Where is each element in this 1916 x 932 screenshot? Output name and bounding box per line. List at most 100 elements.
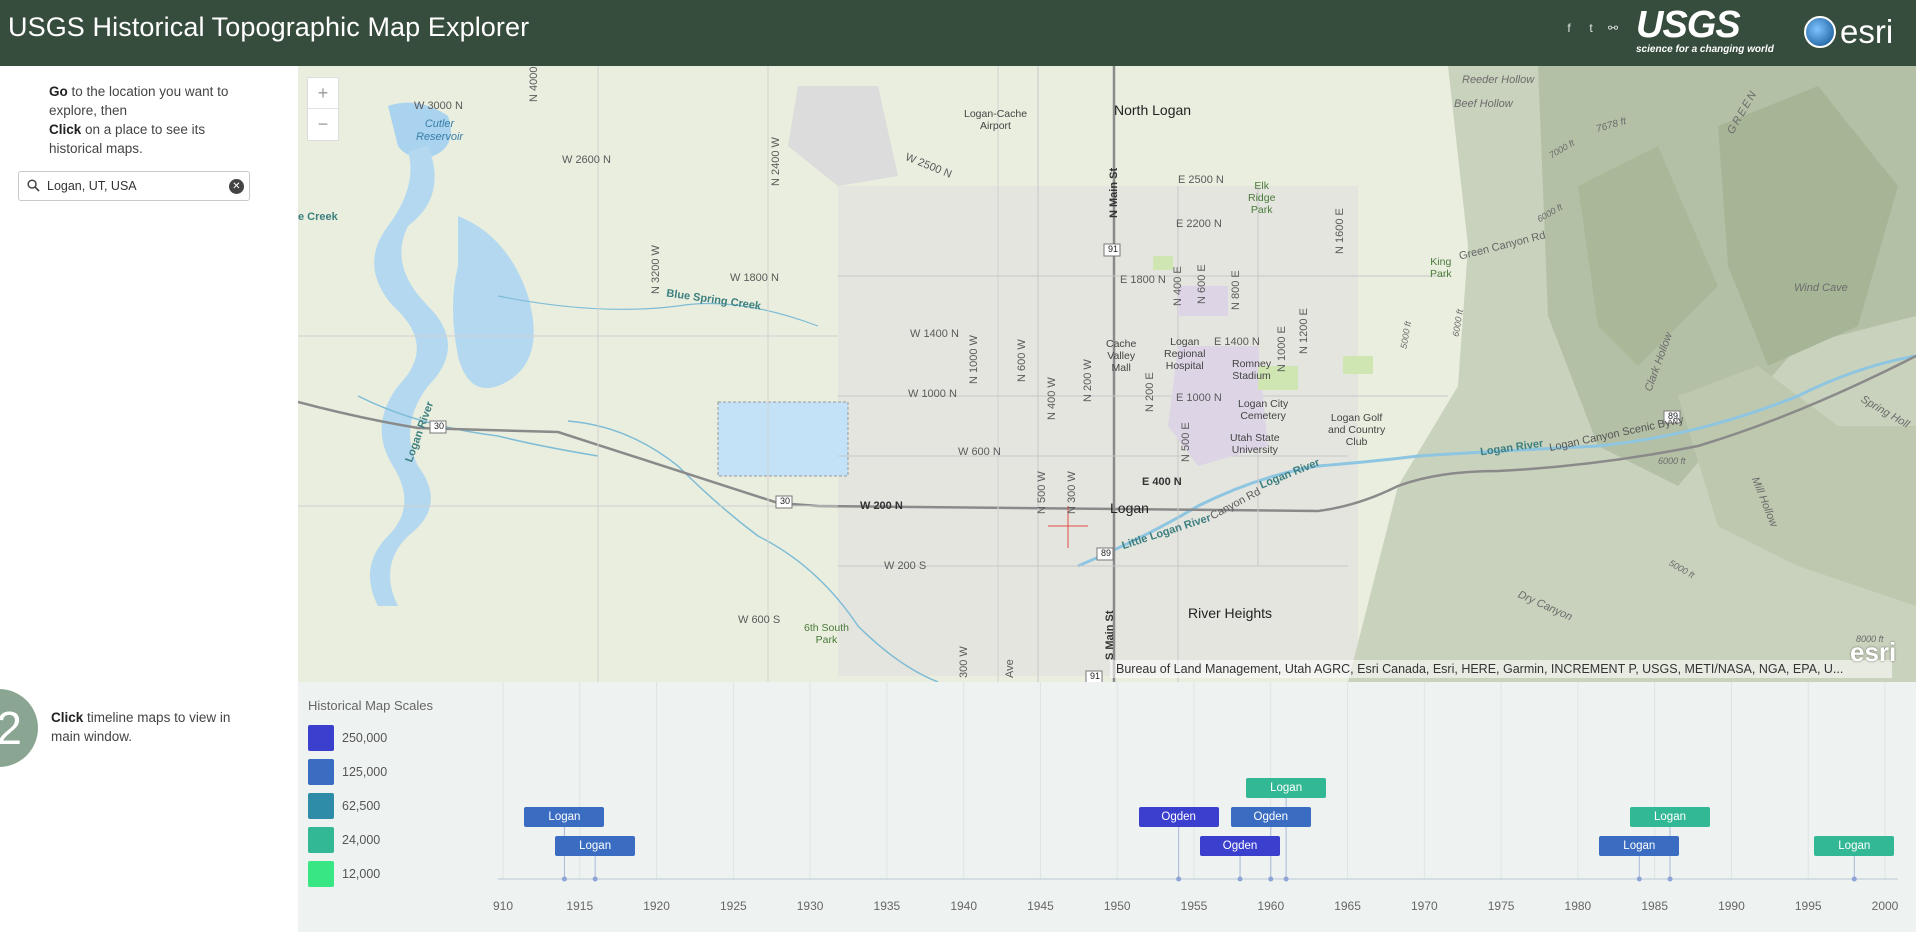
map-label-airport: Logan-Cache Airport <box>964 108 1028 132</box>
map-label-e400n: E 400 N <box>1142 476 1182 488</box>
route-30-shield-west: 30 <box>434 421 445 431</box>
map-label-w200s: W 200 S <box>884 560 927 572</box>
map-label-reeder-hollow: Reeder Hollow <box>1462 74 1535 86</box>
timeline-tick-label: 1940 <box>950 899 977 913</box>
map-label-river-heights: River Heights <box>1188 605 1273 621</box>
timeline-tick-label: 1950 <box>1104 899 1131 913</box>
map-label-e1400n: E 1400 N <box>1214 336 1260 348</box>
search-box[interactable]: ✕ <box>18 171 250 201</box>
timeline-tick-label: 1980 <box>1565 899 1592 913</box>
map-label-w200n: W 200 N <box>860 500 903 512</box>
timeline-panel: Historical Map Scales 250,000 125,000 62,5… <box>298 682 1916 932</box>
timeline-map-tag[interactable]: Logan <box>555 836 636 856</box>
timeline-tick-label: 1965 <box>1334 899 1361 913</box>
search-icon <box>27 179 40 192</box>
usgs-logo[interactable]: USGS science for a changing world <box>1636 4 1780 58</box>
map-label-w1400n: W 1400 N <box>910 328 959 340</box>
powered-by-esri-logo: esri <box>1850 637 1897 667</box>
timeline-map-dot <box>561 876 567 882</box>
timeline-tick-label: 1935 <box>874 899 901 913</box>
timeline-tick-label: 1920 <box>643 899 670 913</box>
facebook-icon[interactable]: f <box>1562 21 1576 35</box>
map-label-logan-golf-club: Logan Golf and Country Club <box>1328 412 1386 448</box>
map-label-romney-stadium: Romney Stadium <box>1232 358 1272 382</box>
route-89-shield: 89 <box>1101 548 1112 558</box>
timeline-tick-label: 1995 <box>1795 899 1822 913</box>
map-label-north-logan: North Logan <box>1114 102 1192 118</box>
zoom-in-button[interactable]: + <box>308 78 338 109</box>
map-label-w1800n: W 1800 N <box>730 272 779 284</box>
usgs-tagline: science for a changing world <box>1636 44 1774 55</box>
zoom-controls: + − <box>307 77 339 141</box>
map-label-n1200e: N 1200 E <box>1298 308 1310 354</box>
search-input[interactable] <box>47 176 223 196</box>
timeline-map-tag[interactable]: Logan <box>1599 836 1680 856</box>
map-label-e2500n: E 2500 N <box>1178 174 1224 186</box>
map-label-n600e: N 600 E <box>1196 264 1208 304</box>
map-label-n500e: N 500 E <box>1180 422 1192 462</box>
map-label-e1800n: E 1800 N <box>1120 274 1166 286</box>
map-label-king-park: King Park <box>1430 256 1452 280</box>
map-attribution[interactable]: Bureau of Land Management, Utah AGRC, Es… <box>1110 660 1892 678</box>
route-30-shield-east: 30 <box>780 496 791 506</box>
twitter-icon[interactable]: t <box>1584 21 1598 35</box>
map-label-n1000e: N 1000 E <box>1276 326 1288 372</box>
step1-text-a: to the location you want to explore, the… <box>49 84 229 118</box>
map-label-n600w: N 600 W <box>1016 339 1028 382</box>
step2-instructions: Click timeline maps to view in main wind… <box>51 708 251 746</box>
map-label-n500w: N 500 W <box>1036 471 1048 514</box>
app-header: USGS Historical Topographic Map Explorer… <box>0 0 1916 66</box>
map-view[interactable]: + − North Logan Logan River Heights Cutl… <box>298 66 1916 682</box>
timeline-map-tag[interactable]: Logan <box>524 807 605 827</box>
timeline-tick-label: 1955 <box>1181 899 1208 913</box>
step1-go: Go <box>49 84 68 99</box>
share-icons: f t ⚯ <box>1562 21 1620 35</box>
route-91-shield: 91 <box>1108 244 1119 254</box>
timeline-map-tag[interactable]: Ogden <box>1230 807 1311 827</box>
map-label-wind-cave: Wind Cave <box>1794 282 1848 294</box>
timeline-map-tag[interactable]: Logan <box>1814 836 1895 856</box>
timeline-tick-label: 1945 <box>1027 899 1054 913</box>
map-label-beef-hollow: Beef Hollow <box>1454 98 1513 110</box>
map-label-logan: Logan <box>1110 500 1149 516</box>
timeline-map-tag[interactable]: Ogden <box>1200 836 1281 856</box>
map-label-w600n: W 600 N <box>958 446 1001 458</box>
timeline-map-dot <box>1268 876 1274 882</box>
timeline-tick-label: 910 <box>493 899 513 913</box>
map-label-n-main-st: N Main St <box>1108 167 1120 218</box>
esri-logo-text: esri <box>1840 13 1894 50</box>
map-label-n200w: N 200 W <box>1082 359 1094 402</box>
esri-logo[interactable]: esri <box>1804 12 1904 52</box>
link-icon[interactable]: ⚯ <box>1606 21 1620 35</box>
zoom-out-button[interactable]: − <box>308 109 338 140</box>
timeline-tick-label: 1960 <box>1257 899 1284 913</box>
route-91-shield-south: 91 <box>1090 671 1101 681</box>
timeline-tick-label: 1975 <box>1488 899 1515 913</box>
map-label-n400e: N 400 E <box>1172 266 1184 306</box>
map-label-n300w: N 300 W <box>1066 471 1078 514</box>
map-label-elev-6000c: 6000 ft <box>1658 456 1686 466</box>
clear-search-icon[interactable]: ✕ <box>229 179 244 194</box>
map-label-w1000n: W 1000 N <box>908 388 957 400</box>
esri-globe-icon <box>1804 16 1836 48</box>
app-title: USGS Historical Topographic Map Explorer <box>8 12 530 42</box>
step2-click: Click <box>51 710 84 725</box>
usgs-logo-text: USGS <box>1636 4 1741 46</box>
timeline-tick-label: 1970 <box>1411 899 1438 913</box>
timeline-map-dot <box>1851 876 1857 882</box>
map-label-s-main-st: S Main St <box>1104 610 1116 660</box>
map-label-n1000w: N 1000 W <box>968 335 980 384</box>
map-label-cache-valley-mall: Cache Valley Mall <box>1106 338 1137 374</box>
timeline-map-tag[interactable]: Logan <box>1246 778 1327 798</box>
timeline-map-dot <box>1283 876 1289 882</box>
map-label-e1000n: E 1000 N <box>1176 392 1222 404</box>
map-label-cutler-reservoir: Cutler Reservoir <box>416 118 464 143</box>
map-label-n400w: N 400 W <box>1046 377 1058 420</box>
map-label-ave: Ave <box>1004 659 1016 678</box>
timeline-tick-label: 1990 <box>1718 899 1745 913</box>
map-label-sixth-south-park: 6th South Park <box>804 622 849 646</box>
timeline-map-tag[interactable]: Ogden <box>1138 807 1219 827</box>
timeline-map-tag[interactable]: Logan <box>1630 807 1711 827</box>
map-label-elk-ridge-park: Elk Ridge Park <box>1248 180 1276 216</box>
map-label-n1600e: N 1600 E <box>1334 208 1346 254</box>
